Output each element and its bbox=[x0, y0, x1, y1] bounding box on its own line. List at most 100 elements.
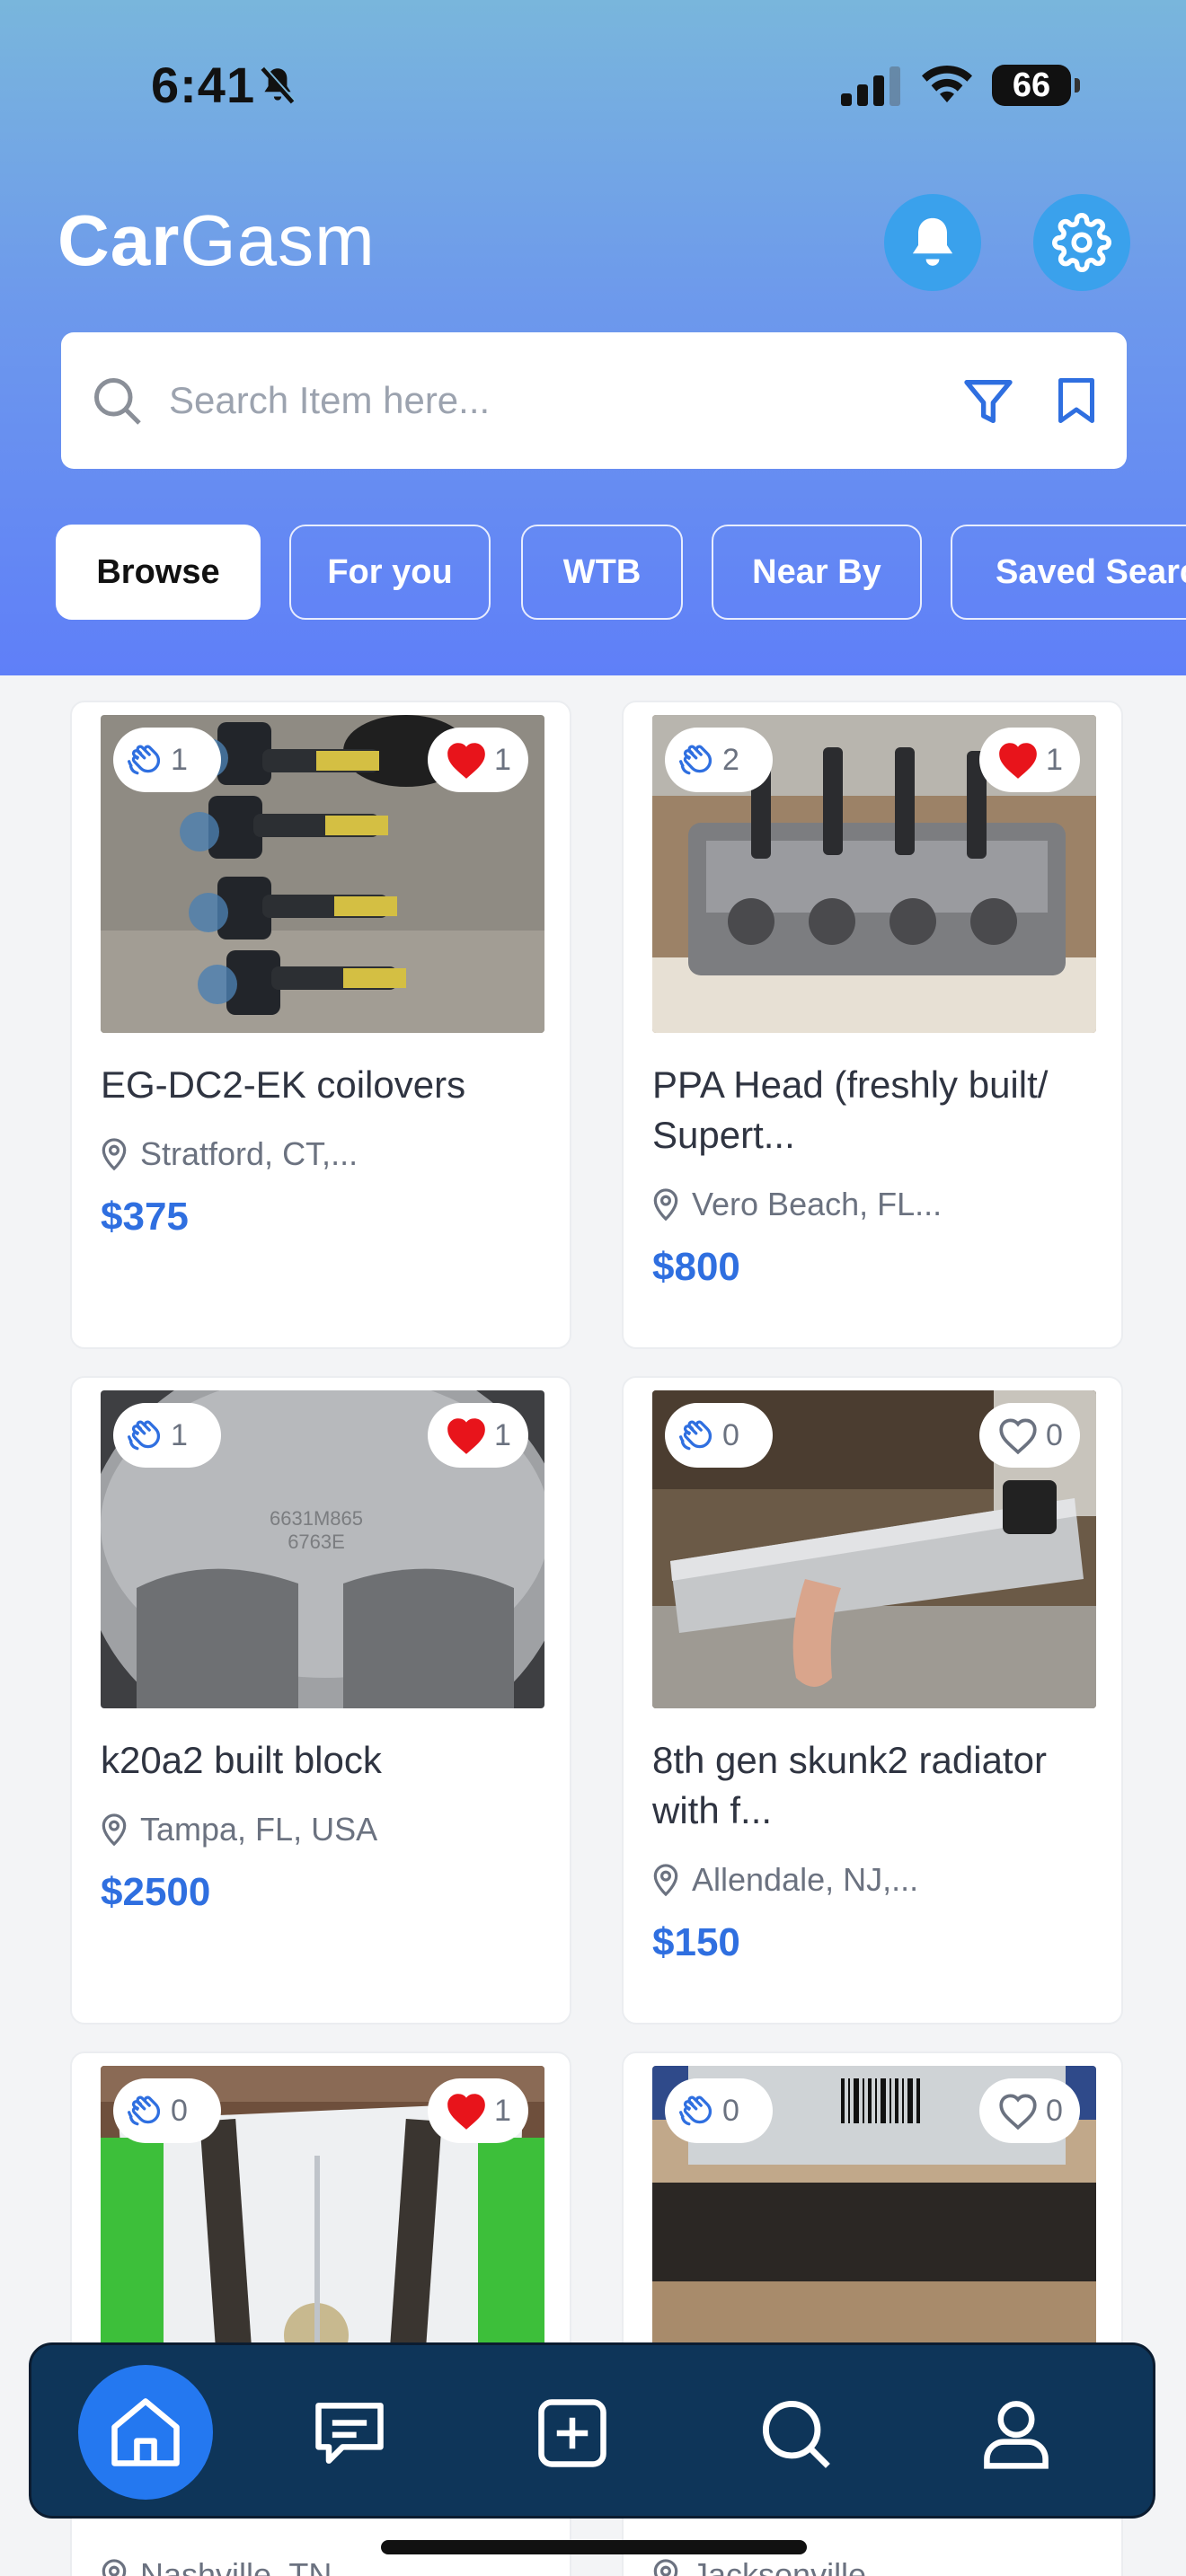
piston-stamp-1: 6631M865 bbox=[270, 1507, 363, 1530]
listing-card[interactable]: 6631M865 6763E 1 1 k20a2 built block Tam… bbox=[70, 1376, 571, 2025]
listing-card[interactable]: 1 1 EG-DC2-EK coilovers Stratford, CT,..… bbox=[70, 701, 571, 1349]
listing-card[interactable]: 0 0 8th gen skunk2 radiator with f... Al… bbox=[622, 1376, 1123, 2025]
offer-count[interactable]: 0 bbox=[665, 2078, 773, 2143]
filter-icon[interactable] bbox=[960, 372, 1017, 431]
wave-hand-icon bbox=[128, 1420, 161, 1451]
like-button[interactable]: 1 bbox=[428, 2078, 528, 2143]
heart-filled-icon bbox=[999, 743, 1037, 779]
listing-title: EG-DC2-EK coilovers bbox=[101, 1063, 466, 1106]
tab-browse[interactable]: Browse bbox=[56, 525, 261, 620]
offer-count-value: 1 bbox=[171, 1417, 188, 1452]
header: 6:41 66 CarGasm Search Item here... Brow… bbox=[0, 0, 1186, 675]
listing-location: Stratford, CT,... bbox=[101, 1135, 358, 1173]
listing-title: PPA Head (freshly built/ Supert... bbox=[652, 1063, 1049, 1156]
battery-indicator: 66 bbox=[992, 65, 1080, 106]
offer-count[interactable]: 1 bbox=[113, 728, 221, 792]
category-tabs: Browse For you WTB Near By Saved Searc bbox=[0, 525, 1186, 622]
tab-wtb[interactable]: WTB bbox=[521, 525, 683, 620]
heart-outline-icon bbox=[999, 2094, 1037, 2130]
add-listing-icon bbox=[538, 2399, 606, 2467]
listing-title: 8th gen skunk2 radiator with f... bbox=[652, 1739, 1047, 1831]
listing-location-text: Tampa, FL, USA bbox=[140, 1811, 378, 1848]
tab-near-by[interactable]: Near By bbox=[712, 525, 922, 620]
like-button[interactable]: 1 bbox=[979, 728, 1080, 792]
search-icon bbox=[762, 2400, 830, 2468]
like-count-value: 0 bbox=[1046, 2093, 1063, 2128]
location-pin-icon bbox=[102, 1813, 127, 1847]
offer-count[interactable]: 2 bbox=[665, 728, 773, 792]
offer-count-value: 2 bbox=[722, 742, 739, 777]
like-button[interactable]: 1 bbox=[428, 1403, 528, 1468]
listing-location: Jacksonville, ... bbox=[652, 2556, 911, 2576]
listing-price: $800 bbox=[652, 1245, 740, 1289]
listing-location-text: Stratford, CT,... bbox=[140, 1135, 358, 1172]
bell-muted-icon bbox=[261, 66, 296, 104]
location-pin-icon bbox=[653, 1188, 678, 1222]
location-pin-icon bbox=[653, 1864, 678, 1897]
piston-stamp-2: 6763E bbox=[288, 1531, 345, 1553]
listing-location: Vero Beach, FL... bbox=[652, 1186, 942, 1223]
like-count-value: 1 bbox=[494, 1417, 511, 1452]
app-title-rest: Gasm bbox=[180, 200, 376, 280]
offer-count[interactable]: 0 bbox=[113, 2078, 221, 2143]
like-count-value: 1 bbox=[1046, 742, 1063, 777]
nav-add-listing-button[interactable] bbox=[527, 2388, 617, 2478]
listing-price: $375 bbox=[101, 1195, 189, 1239]
location-pin-icon bbox=[102, 2559, 127, 2576]
listing-price: $150 bbox=[652, 1920, 740, 1964]
app-title-bold: Car bbox=[58, 200, 181, 280]
messages-icon bbox=[315, 2403, 384, 2464]
search-input[interactable] bbox=[169, 374, 960, 428]
like-button[interactable]: 0 bbox=[979, 2078, 1080, 2143]
like-count-value: 1 bbox=[494, 742, 511, 777]
offer-count[interactable]: 0 bbox=[665, 1403, 773, 1468]
heart-filled-icon bbox=[447, 2094, 485, 2130]
listing-card[interactable]: 2 1 PPA Head (freshly built/ Supert... V… bbox=[622, 701, 1123, 1349]
bell-icon bbox=[912, 217, 953, 266]
app-title: CarGasm bbox=[58, 199, 376, 282]
listing-price: $2500 bbox=[101, 1870, 211, 1914]
wave-hand-icon bbox=[128, 2095, 161, 2126]
like-button[interactable]: 0 bbox=[979, 1403, 1080, 1468]
notifications-button[interactable] bbox=[884, 194, 981, 291]
nav-messages-button[interactable] bbox=[305, 2388, 394, 2478]
tab-for-you[interactable]: For you bbox=[289, 525, 491, 620]
settings-button[interactable] bbox=[1033, 194, 1130, 291]
listing-title: k20a2 built block bbox=[101, 1739, 382, 1781]
wave-hand-icon bbox=[128, 745, 161, 775]
search-bar bbox=[61, 332, 1127, 469]
tab-saved-searches[interactable]: Saved Searc bbox=[951, 525, 1186, 620]
listing-location-text: Jacksonville, ... bbox=[692, 2556, 912, 2576]
heart-filled-icon bbox=[447, 743, 485, 779]
listing-location: Tampa, FL, USA bbox=[101, 1811, 377, 1848]
bottom-nav bbox=[29, 2342, 1155, 2519]
nav-profile-button[interactable] bbox=[971, 2388, 1061, 2478]
offer-count-value: 0 bbox=[171, 2093, 188, 2128]
offer-count[interactable]: 1 bbox=[113, 1403, 221, 1468]
wave-hand-icon bbox=[679, 1420, 712, 1451]
status-time: 6:41 bbox=[151, 57, 256, 113]
home-indicator bbox=[381, 2540, 807, 2554]
wave-hand-icon bbox=[679, 2095, 712, 2126]
home-icon bbox=[111, 2398, 180, 2466]
offer-count-value: 0 bbox=[722, 1417, 739, 1452]
listing-location-text: Allendale, NJ,... bbox=[692, 1861, 919, 1898]
like-count-value: 1 bbox=[494, 2093, 511, 2128]
bookmark-icon[interactable] bbox=[1049, 370, 1103, 431]
nav-home-button[interactable] bbox=[78, 2365, 213, 2500]
cell-signal-icon bbox=[841, 66, 900, 106]
search-icon bbox=[94, 378, 141, 425]
profile-icon bbox=[984, 2401, 1049, 2469]
like-button[interactable]: 1 bbox=[428, 728, 528, 792]
listing-location: Nashville, TN,... bbox=[101, 2556, 367, 2576]
wifi-icon bbox=[922, 65, 972, 102]
offer-count-value: 0 bbox=[722, 2093, 739, 2128]
listing-location-text: Nashville, TN,... bbox=[140, 2556, 368, 2576]
listing-location: Allendale, NJ,... bbox=[652, 1861, 918, 1899]
like-count-value: 0 bbox=[1046, 1417, 1063, 1452]
heart-filled-icon bbox=[447, 1418, 485, 1454]
wave-hand-icon bbox=[679, 745, 712, 775]
listing-location-text: Vero Beach, FL... bbox=[692, 1186, 943, 1222]
gear-icon bbox=[1052, 213, 1111, 272]
nav-search-button[interactable] bbox=[750, 2388, 840, 2478]
